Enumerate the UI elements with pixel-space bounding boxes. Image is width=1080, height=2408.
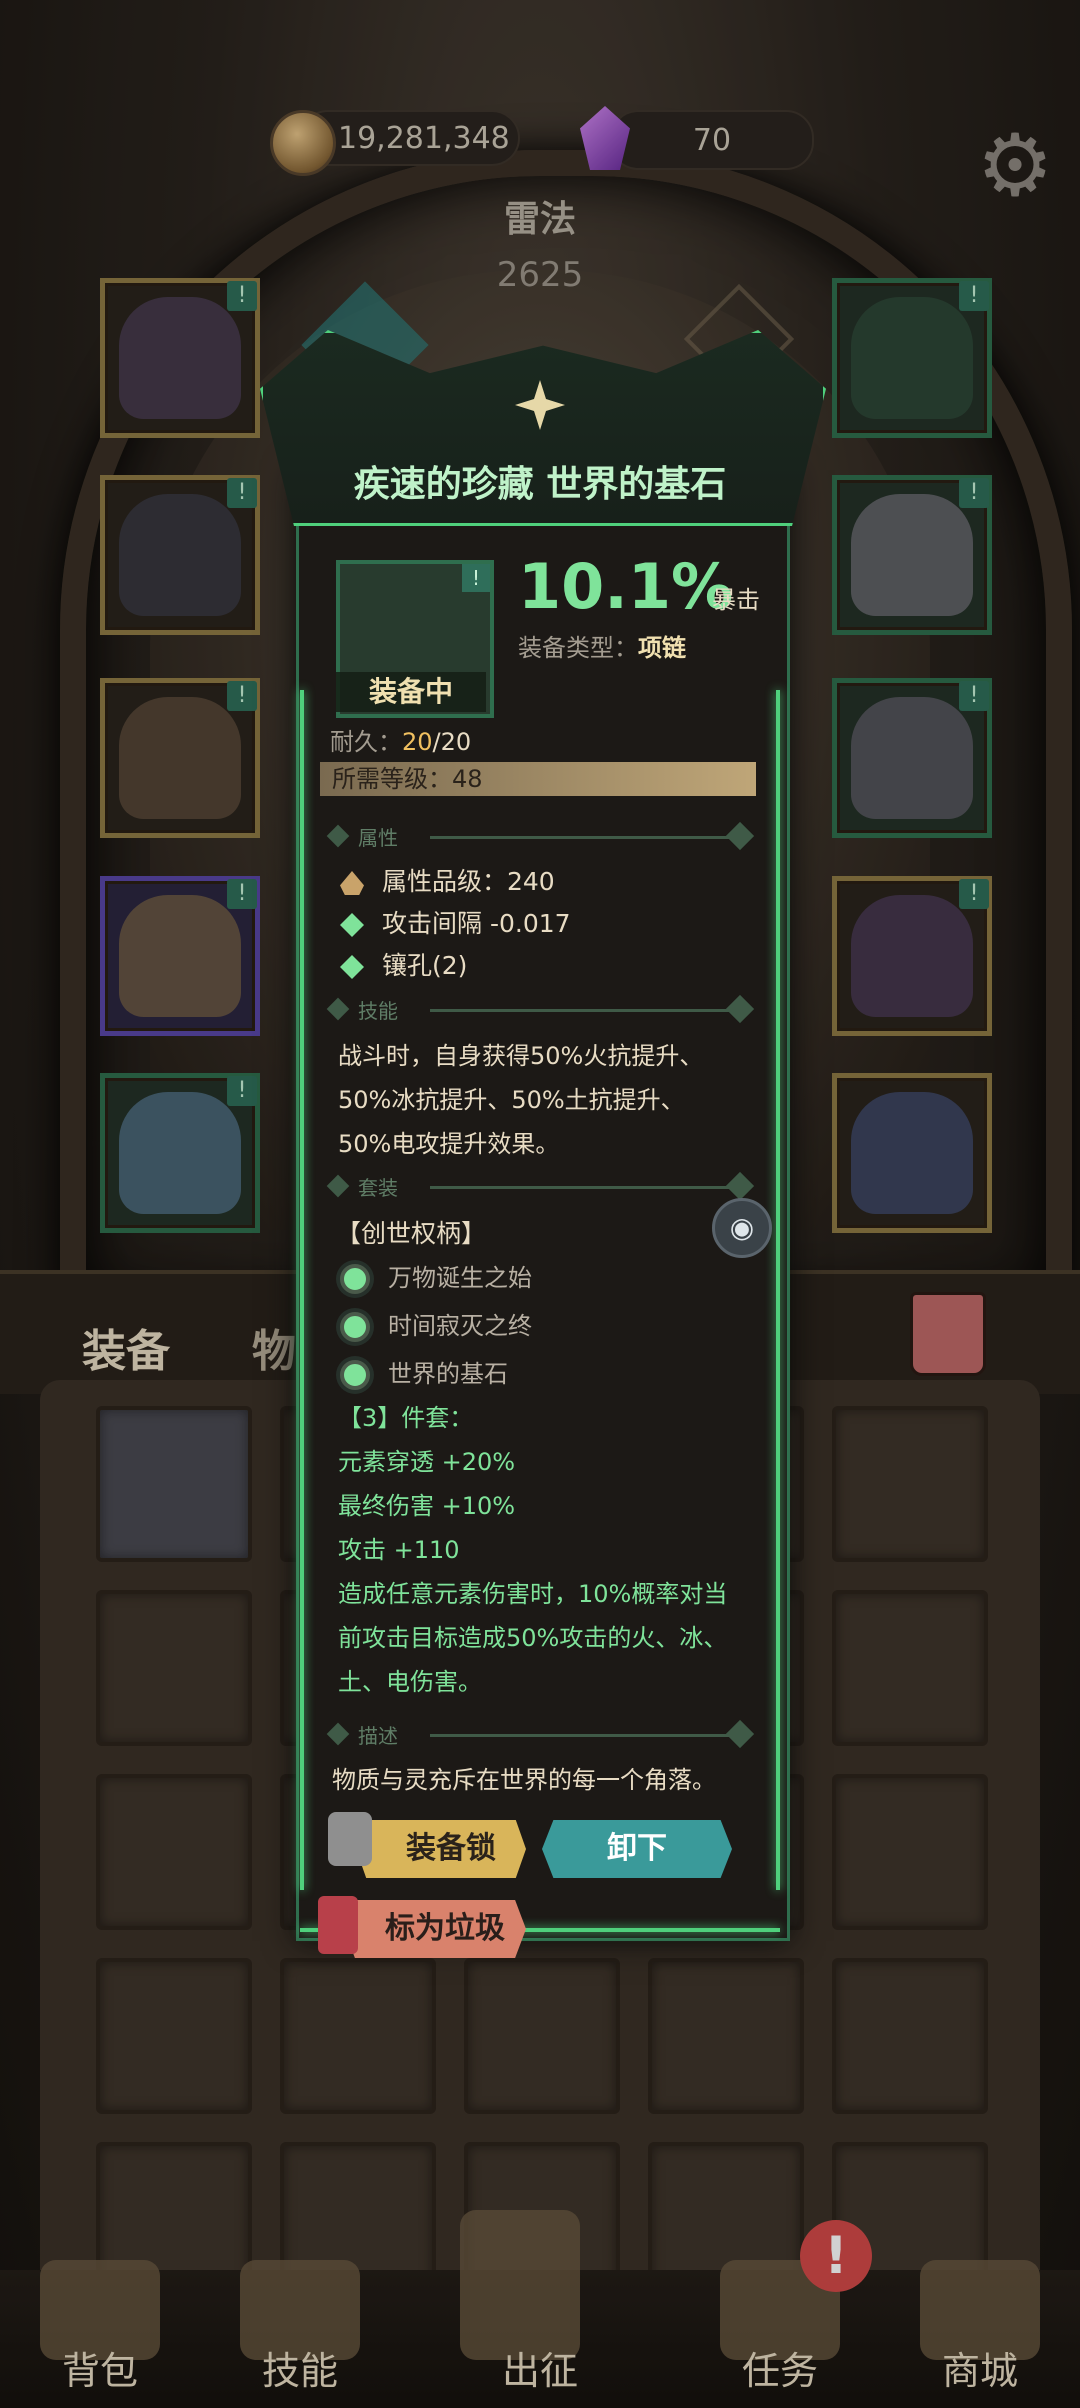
set-item-name: 万物诞生之始 bbox=[388, 1264, 532, 1292]
set-bonus-line: 造成任意元素伤害时，10%概率对当 bbox=[338, 1580, 728, 1608]
set-item: 时间寂灭之终 bbox=[340, 1306, 532, 1342]
attr-grade: 属性品级：240 bbox=[340, 862, 555, 898]
divider-diamond-icon bbox=[725, 1171, 755, 1201]
set-item: 世界的基石 bbox=[340, 1354, 508, 1390]
divider bbox=[430, 836, 730, 839]
section-skill: 技能 bbox=[326, 994, 755, 1025]
lock-icon bbox=[328, 1812, 372, 1866]
set-item-name: 世界的基石 bbox=[388, 1360, 508, 1388]
set-name: 【创世权柄】 bbox=[336, 1219, 487, 1248]
section-description: 描述 bbox=[326, 1719, 755, 1750]
equipment-type: 装备类型：项链 bbox=[518, 628, 686, 663]
crown-icon bbox=[340, 871, 364, 895]
item-title: 疾速的珍藏 世界的基石 bbox=[353, 464, 727, 505]
equip-lock-label: 装备锁 bbox=[406, 1831, 496, 1866]
set-item: 万物诞生之始 bbox=[340, 1258, 532, 1294]
skill-line: 战斗时，自身获得50%火抗提升、 bbox=[338, 1042, 704, 1070]
set-owned-icon bbox=[340, 1360, 370, 1390]
attr-socket: 镶孔(2) bbox=[340, 946, 467, 982]
divider-diamond-icon bbox=[326, 997, 350, 1021]
unequip-button[interactable]: 卸下 bbox=[542, 1820, 732, 1878]
mark-junk-label: 标为垃圾 bbox=[385, 1911, 505, 1946]
popup-right-glow bbox=[776, 690, 780, 1890]
popup-left-glow bbox=[300, 690, 304, 1890]
diamond-icon bbox=[340, 955, 364, 979]
set-item-name: 时间寂灭之终 bbox=[388, 1312, 532, 1340]
section-skill-label: 技能 bbox=[358, 999, 398, 1023]
divider bbox=[430, 1009, 730, 1012]
crit-label: 暴击 bbox=[712, 586, 760, 614]
mark-junk-button[interactable]: 标为垃圾 bbox=[344, 1900, 526, 1958]
skill-line: 50%电攻提升效果。 bbox=[338, 1130, 560, 1158]
equipped-label: 装备中 bbox=[336, 672, 486, 712]
durability-label: 耐久： bbox=[330, 728, 402, 756]
skill-description: 战斗时，自身获得50%火抗提升、 50%冰抗提升、50%土抗提升、 50%电攻提… bbox=[338, 1034, 758, 1166]
divider-diamond-icon bbox=[725, 1719, 755, 1749]
set-bonus-title: 【3】件套： bbox=[338, 1404, 474, 1432]
diamond-icon bbox=[340, 913, 364, 937]
section-attributes-label: 属性 bbox=[358, 826, 398, 850]
level-requirement: 所需等级：48 bbox=[320, 762, 756, 796]
attr-interval: 攻击间隔 -0.017 bbox=[340, 904, 571, 940]
divider bbox=[430, 1186, 730, 1189]
lantern-icon bbox=[318, 1896, 358, 1954]
durability: 耐久：20/20 bbox=[330, 722, 471, 757]
divider-diamond-icon bbox=[725, 994, 755, 1024]
crit-value: 10.1% bbox=[518, 550, 734, 623]
attr-socket-text: 镶孔(2) bbox=[382, 951, 468, 980]
item-description: 物质与灵充斥在世界的每一个角落。 bbox=[332, 1766, 716, 1794]
set-owned-icon bbox=[340, 1264, 370, 1294]
section-set-label: 套装 bbox=[358, 1176, 398, 1200]
divider-diamond-icon bbox=[725, 821, 755, 851]
set-bonus-line: 最终伤害 +10% bbox=[338, 1492, 516, 1520]
set-bonus-line: 元素穿透 +20% bbox=[338, 1448, 516, 1476]
attr-grade-text: 属性品级：240 bbox=[382, 867, 555, 896]
eye-icon[interactable]: ◉ bbox=[712, 1198, 772, 1258]
equipment-type-label: 装备类型： bbox=[518, 634, 638, 662]
section-set: 套装 bbox=[326, 1171, 755, 1202]
attr-interval-text: 攻击间隔 -0.017 bbox=[382, 909, 571, 938]
set-bonus-line: 前攻击目标造成50%攻击的火、冰、 bbox=[338, 1624, 728, 1652]
equip-lock-button[interactable]: 装备锁 bbox=[356, 1820, 526, 1878]
durability-current: 20 bbox=[402, 728, 433, 756]
divider-diamond-icon bbox=[326, 824, 350, 848]
set-bonus-line: 土、电伤害。 bbox=[338, 1668, 482, 1696]
divider-diamond-icon bbox=[326, 1722, 350, 1746]
section-attributes: 属性 bbox=[326, 821, 755, 852]
skill-line: 50%冰抗提升、50%土抗提升、 bbox=[338, 1086, 685, 1114]
set-bonus-line: 攻击 +110 bbox=[338, 1536, 460, 1564]
durability-max: /20 bbox=[432, 728, 472, 756]
set-owned-icon bbox=[340, 1312, 370, 1342]
set-bonus: 【3】件套： 元素穿透 +20% 最终伤害 +10% 攻击 +110 造成任意元… bbox=[338, 1396, 758, 1704]
upgrade-icon: ! bbox=[462, 564, 490, 592]
divider bbox=[430, 1734, 730, 1737]
divider-diamond-icon bbox=[326, 1174, 350, 1198]
equipment-type-value: 项链 bbox=[638, 634, 686, 662]
section-description-label: 描述 bbox=[358, 1724, 398, 1748]
